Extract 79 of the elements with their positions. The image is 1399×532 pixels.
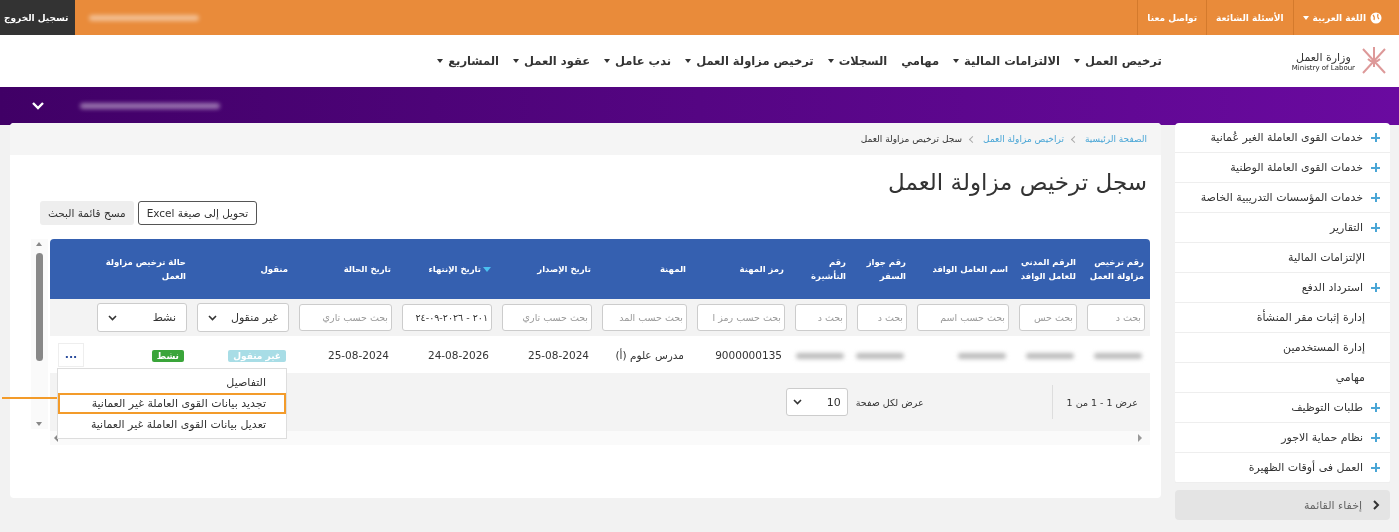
sidebar-item[interactable]: إدارة إثبات مقر المنشأة bbox=[1175, 303, 1390, 333]
logout-button[interactable]: تسجيل الخروج bbox=[0, 0, 75, 35]
column-header[interactable]: اسم العامل الوافد bbox=[932, 261, 1008, 277]
column-header[interactable]: منقول bbox=[260, 261, 288, 277]
column-header[interactable]: تاريخ الإصدار bbox=[537, 261, 591, 277]
sidebar-item[interactable]: إدارة المستخدمين bbox=[1175, 333, 1390, 363]
clear-search-button[interactable]: مسح قائمة البحث bbox=[40, 201, 134, 225]
table-cell: 25-08-2024 bbox=[327, 348, 389, 361]
nav-menu-item[interactable]: المشاريع bbox=[437, 54, 500, 68]
nav-menu-item[interactable]: ترخيص العمل bbox=[1073, 54, 1162, 68]
column-header[interactable]: رقم التأشيرة bbox=[792, 254, 846, 284]
filter-field[interactable]: بحث د bbox=[795, 304, 847, 331]
nav-menu-item[interactable]: الالتزامات المالية bbox=[953, 54, 1060, 68]
filter-field[interactable]: بحث د bbox=[1087, 304, 1145, 331]
page-title: سجل ترخيص مزاولة العمل bbox=[887, 169, 1147, 195]
sidebar-item[interactable]: خدمات القوى العاملة الغير عُمانية bbox=[1175, 123, 1390, 153]
sidebar-item[interactable]: خدمات المؤسسات التدريبية الخاصة bbox=[1175, 183, 1390, 213]
globe-icon bbox=[1370, 11, 1382, 24]
sidebar-item[interactable]: طلبات التوظيف bbox=[1175, 393, 1390, 423]
vertical-scrollbar[interactable] bbox=[31, 239, 48, 429]
filter-field[interactable]: بحث د bbox=[857, 304, 907, 331]
blurred-text bbox=[856, 352, 904, 359]
column-header[interactable]: حالة ترخيص مزاولة العمل bbox=[94, 254, 186, 284]
pagination-summary: عرض 1 - 1 من 1 bbox=[1051, 385, 1138, 419]
status-badge: نشط bbox=[151, 349, 184, 362]
nav-menu-item[interactable]: ترخيص مزاولة العمل bbox=[685, 54, 814, 68]
nav-menu-item[interactable]: ندب عامل bbox=[604, 54, 672, 68]
breadcrumb-item[interactable]: سجل ترخيص مزاولة العمل bbox=[860, 134, 963, 144]
sidebar-item[interactable]: مهامي bbox=[1175, 363, 1390, 393]
filter-field[interactable]: بحث حس bbox=[1019, 304, 1077, 331]
filter-field[interactable]: ٢٠١ - ٢٠٢٦-٠٩-٢٤ bbox=[402, 304, 492, 331]
column-header[interactable]: المهنة bbox=[659, 261, 686, 277]
filter-field[interactable]: بحث حسب تاري bbox=[502, 304, 592, 331]
status-badge: غير منقول bbox=[228, 349, 286, 362]
column-header[interactable]: تاريخ الإنتهاء bbox=[428, 261, 491, 277]
menu-item[interactable]: تجديد بيانات القوى العاملة غير العمانية bbox=[58, 393, 286, 414]
nav-menu-item[interactable]: مهامي bbox=[901, 54, 939, 68]
filter-field[interactable]: بحث حسب المد bbox=[602, 304, 687, 331]
table-cell: 25-08-2024 bbox=[527, 348, 589, 361]
filter-field[interactable]: بحث حسب تاري bbox=[299, 304, 392, 331]
filter-field[interactable]: بحث حسب رمز ا bbox=[697, 304, 785, 331]
blurred-text bbox=[958, 352, 1006, 359]
caret-icon bbox=[208, 314, 217, 321]
chevron-down-icon[interactable] bbox=[32, 102, 44, 110]
blurred-text bbox=[1026, 352, 1074, 359]
sidebar-item[interactable]: خدمات القوى العاملة الوطنية bbox=[1175, 153, 1390, 183]
column-header[interactable]: رمز المهنة bbox=[739, 261, 784, 277]
nav-menu-item[interactable]: السجلات bbox=[827, 54, 888, 68]
actions-button[interactable]: ... bbox=[58, 342, 84, 367]
blurred-text bbox=[1094, 352, 1142, 359]
sidebar-item[interactable]: نظام حماية الاجور bbox=[1175, 423, 1390, 453]
blurred-text bbox=[796, 352, 844, 359]
table-cell: 9000000135 bbox=[715, 348, 782, 361]
filter-field[interactable]: بحث حسب اسم bbox=[917, 304, 1009, 331]
per-page-label: عرض لكل صفحة bbox=[855, 396, 924, 408]
per-page-dropdown[interactable]: 10 bbox=[785, 388, 848, 416]
sidebar-item[interactable]: الإلتزامات المالية bbox=[1175, 243, 1390, 273]
sidebar-item[interactable]: استرداد الدفع bbox=[1175, 273, 1390, 303]
column-header[interactable]: رقم ترخيص مزاولة العمل bbox=[1084, 254, 1144, 284]
table-cell: 24-08-2026 bbox=[427, 348, 489, 361]
caret-icon bbox=[792, 399, 802, 405]
export-excel-button[interactable]: تحويل إلى صيغة Excel bbox=[137, 201, 258, 225]
menu-item[interactable]: التفاصيل bbox=[58, 372, 286, 393]
column-header[interactable]: رقم جواز السفر bbox=[854, 254, 906, 284]
caret-icon bbox=[108, 314, 117, 321]
sidebar-item[interactable]: العمل فى أوقات الظهيرة bbox=[1175, 453, 1390, 483]
sidebar-item[interactable]: التقارير bbox=[1175, 213, 1390, 243]
caret-icon bbox=[1302, 15, 1309, 20]
nav-menu-item[interactable]: عقود العمل bbox=[513, 54, 591, 68]
hide-menu-button[interactable]: إخفاء القائمة bbox=[1175, 490, 1390, 520]
leader-line bbox=[2, 397, 57, 399]
column-header[interactable]: تاريخ الحالة bbox=[343, 261, 391, 277]
filter-dropdown[interactable]: نشط bbox=[97, 303, 187, 332]
column-header[interactable]: الرقم المدني للعامل الوافد bbox=[1016, 254, 1076, 284]
logo-text: وزارة العمل bbox=[1296, 50, 1351, 64]
chevron-icon bbox=[1372, 500, 1380, 510]
filter-dropdown[interactable]: غير منقول bbox=[197, 303, 289, 332]
menu-item[interactable]: تعديل بيانات القوى العاملة غير العمانية bbox=[58, 414, 286, 435]
table-cell: مدرس علوم (أ) bbox=[615, 348, 684, 361]
